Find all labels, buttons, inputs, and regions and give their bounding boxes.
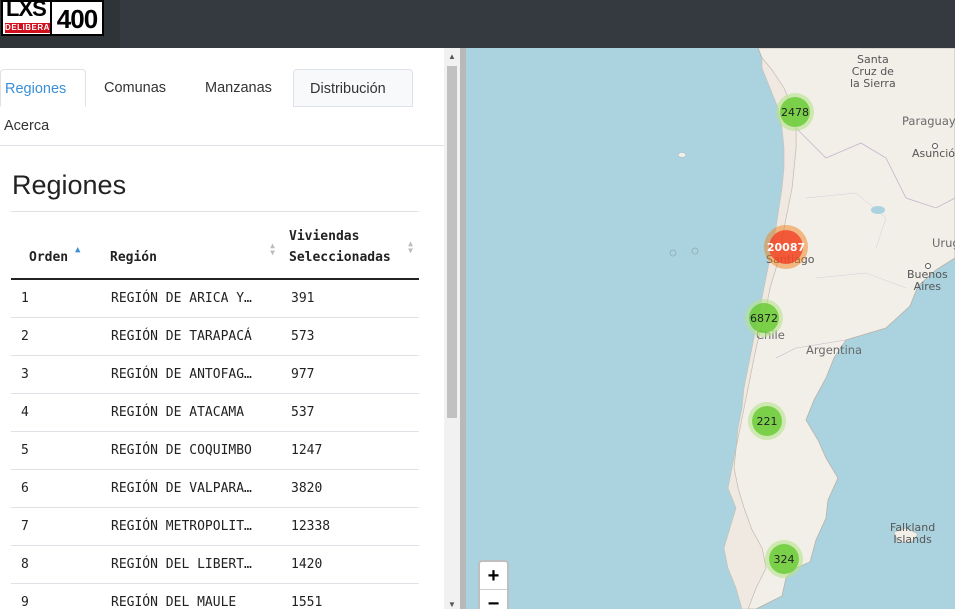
cell-viviendas: 573: [281, 317, 419, 356]
map-label-santa-cruz: Santa Cruz de la Sierra: [850, 54, 896, 90]
logo-container[interactable]: LXS DELIBERA 400: [0, 0, 120, 48]
cell-region: REGIÓN DEL MAULE: [101, 583, 281, 609]
table-row[interactable]: 2 REGIÓN DE TARAPACÁ 573: [11, 317, 419, 356]
column-header-orden-label: Orden: [29, 250, 69, 265]
cell-viviendas: 1420: [281, 545, 419, 584]
table-row[interactable]: 4 REGIÓN DE ATACAMA 537: [11, 393, 419, 432]
map-cluster-marker[interactable]: 20087: [767, 230, 805, 264]
map-label-falkland-islands: Falkland Islands: [890, 522, 935, 546]
column-header-region-label: Región: [110, 250, 157, 265]
cell-orden: 8: [11, 545, 101, 584]
map-cluster-marker[interactable]: 6872: [749, 303, 779, 333]
map-basemap: [669, 48, 955, 609]
scrollbar-thumb[interactable]: [447, 66, 457, 418]
cell-region: REGIÓN DE ARICA Y…: [101, 279, 281, 318]
cell-viviendas: 977: [281, 355, 419, 394]
logo-lxs-text: LXS: [6, 0, 47, 21]
cell-orden: 3: [11, 355, 101, 394]
scroll-down-arrow-icon[interactable]: ▼: [448, 600, 456, 609]
map-label-uruguay: Urug: [932, 236, 955, 250]
cell-orden: 4: [11, 393, 101, 432]
column-header-orden[interactable]: ▲ Orden: [11, 218, 101, 280]
map-label-falkland-line2: Islands: [893, 533, 932, 546]
page-title: Regiones: [12, 170, 127, 200]
tab-regiones[interactable]: Regiones: [0, 69, 86, 107]
tab-regiones-label: Regiones: [5, 81, 67, 97]
tab-manzanas[interactable]: Manzanas: [201, 69, 276, 107]
zoom-in-button[interactable]: +: [480, 562, 507, 590]
map-label-buenos-aires-line2: Aires: [913, 280, 942, 293]
cell-viviendas: 391: [281, 279, 419, 318]
map-label-paraguay: Paraguay: [902, 114, 955, 128]
map-label-argentina: Argentina: [806, 343, 863, 357]
cell-region: REGIÓN DE ANTOFAG…: [101, 355, 281, 394]
regions-table: ▲ Orden Región ▲ ▼ Viviendas Seleccionada…: [11, 218, 419, 609]
cell-region: REGIÓN DE TARAPACÁ: [101, 317, 281, 356]
cell-region: REGIÓN DE ATACAMA: [101, 393, 281, 432]
table-row[interactable]: 6 REGIÓN DE VALPARA… 3820: [11, 469, 419, 508]
table-row[interactable]: 8 REGIÓN DEL LIBERT… 1420: [11, 545, 419, 584]
title-divider: [11, 211, 419, 212]
scroll-up-arrow-icon[interactable]: ▲: [448, 52, 456, 61]
sort-neutral-icon: ▲ ▼: [270, 241, 275, 257]
tab-bar: Regiones Comunas Manzanas Distribución A…: [0, 48, 444, 146]
zoom-control: + −: [478, 560, 509, 609]
table-row[interactable]: 7 REGIÓN METROPOLIT… 12338: [11, 507, 419, 546]
tab-comunas-label: Comunas: [104, 80, 167, 96]
cell-orden: 2: [11, 317, 101, 356]
tab-acerca-label: Acerca: [4, 118, 50, 134]
cell-orden: 6: [11, 469, 101, 508]
zoom-out-button[interactable]: −: [480, 590, 507, 609]
cell-region: REGIÓN METROPOLIT…: [101, 507, 281, 546]
cell-orden: 9: [11, 583, 101, 609]
column-header-viviendas-line2: Seleccionadas: [289, 250, 391, 265]
map-cluster-marker[interactable]: 2478: [780, 97, 810, 127]
table-header-row: ▲ Orden Región ▲ ▼ Viviendas Seleccionada…: [11, 218, 419, 280]
tab-distribucion[interactable]: Distribución: [293, 69, 413, 107]
map-view[interactable]: Santa Cruz de la Sierra Paraguay Asunció…: [466, 48, 955, 609]
cell-viviendas: 1247: [281, 431, 419, 470]
cell-region: REGIÓN DEL LIBERT…: [101, 545, 281, 584]
logo-delibera-text: DELIBERA: [5, 23, 50, 33]
map-label-santa-cruz-line3: la Sierra: [850, 77, 896, 90]
map-label-buenos-aires: Buenos Aires: [907, 269, 948, 293]
cell-region: REGIÓN DE COQUIMBO: [101, 431, 281, 470]
logo-lxs-block: LXS DELIBERA: [1, 0, 52, 36]
table-row[interactable]: 9 REGIÓN DEL MAULE 1551: [11, 583, 419, 609]
cell-viviendas: 12338: [281, 507, 419, 546]
tab-manzanas-label: Manzanas: [205, 80, 272, 96]
cell-viviendas: 537: [281, 393, 419, 432]
column-header-viviendas[interactable]: Viviendas Seleccionadas ▲ ▼: [281, 218, 419, 280]
top-navbar: LXS DELIBERA 400: [0, 0, 955, 48]
logo-number-text: 400: [52, 0, 104, 36]
cell-viviendas: 3820: [281, 469, 419, 508]
map-cluster-marker[interactable]: 221: [752, 406, 782, 436]
sidebar-scrollbar[interactable]: ▲ ▼: [444, 48, 460, 609]
cell-region: REGIÓN DE VALPARA…: [101, 469, 281, 508]
table-row[interactable]: 5 REGIÓN DE COQUIMBO 1247: [11, 431, 419, 470]
tab-comunas[interactable]: Comunas: [100, 69, 170, 107]
tab-acerca[interactable]: Acerca: [0, 107, 53, 145]
table-row[interactable]: 3 REGIÓN DE ANTOFAG… 977: [11, 355, 419, 394]
table-row[interactable]: 1 REGIÓN DE ARICA Y… 391: [11, 279, 419, 318]
sort-neutral-icon: ▲ ▼: [408, 239, 413, 255]
app-logo[interactable]: LXS DELIBERA 400: [1, 0, 104, 36]
cell-orden: 1: [11, 279, 101, 318]
column-header-viviendas-line1: Viviendas: [289, 229, 360, 244]
cell-viviendas: 1551: [281, 583, 419, 609]
column-header-region[interactable]: Región ▲ ▼: [101, 218, 281, 280]
sidebar-panel: Regiones Comunas Manzanas Distribución A…: [0, 48, 444, 609]
map-cluster-marker[interactable]: 324: [769, 544, 799, 574]
cell-orden: 5: [11, 431, 101, 470]
tab-distribucion-label: Distribución: [310, 81, 386, 97]
sort-ascending-icon: ▲: [75, 245, 81, 255]
map-label-asuncion: Asunció: [912, 147, 955, 160]
cell-orden: 7: [11, 507, 101, 546]
